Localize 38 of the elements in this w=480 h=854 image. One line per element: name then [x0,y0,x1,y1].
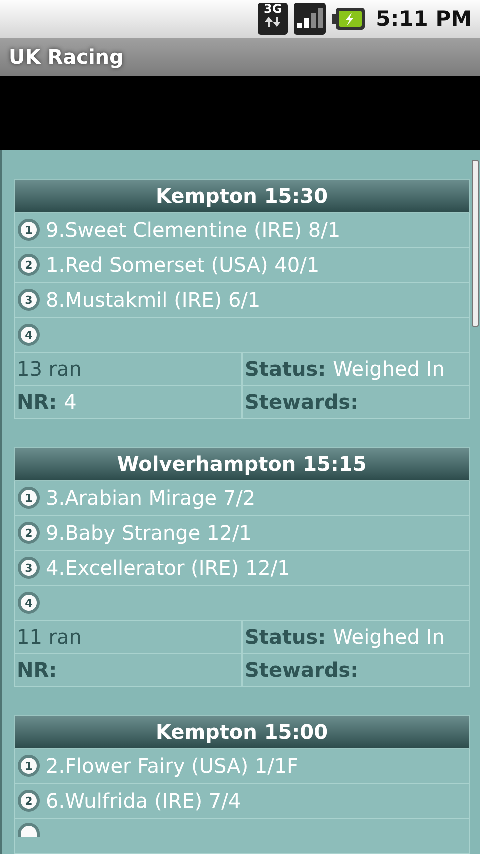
runner-text: 9.Baby Strange 12/1 [46,521,252,545]
non-runners-label: NR: [17,658,58,682]
race-header: Kempton 15:30 [14,179,470,213]
runner-text: 9.Sweet Clementine (IRE) 8/1 [46,218,341,242]
mobile-data-icon: 3G [258,3,288,35]
position-badge: 3 [18,557,40,579]
clock: 5:11 PM [376,7,472,31]
runners-count: 13 ran [17,357,82,381]
race-header: Wolverhampton 15:15 [14,447,470,481]
runner-text: 4.Excellerator (IRE) 12/1 [46,556,290,580]
non-runners-label: NR: [17,390,58,414]
runner-text: 6.Wulfrida (IRE) 7/4 [46,789,242,813]
app-title: UK Racing [9,45,124,69]
race-header: Kempton 15:00 [14,715,470,749]
position-badge [18,823,40,837]
runner-text: 8.Mustakmil (IRE) 6/1 [46,288,261,312]
status-value: Weighed In [333,625,445,649]
runner-text: 3.Arabian Mirage 7/2 [46,486,256,510]
runners-count: 11 ran [17,625,82,649]
stewards-label: Stewards: [245,658,359,682]
position-badge: 1 [18,487,40,509]
non-runners-value: 4 [64,390,77,414]
signal-icon [294,3,326,35]
position-badge: 4 [18,592,40,614]
status-value: Weighed In [333,357,445,381]
position-badge: 1 [18,219,40,241]
position-badge: 3 [18,289,40,311]
position-badge: 4 [18,324,40,346]
status-label: Status: [245,357,326,381]
runner-text: 2.Flower Fairy (USA) 1/1F [46,754,299,778]
position-badge: 2 [18,254,40,276]
position-badge: 2 [18,522,40,544]
charging-battery-icon [332,7,366,31]
position-badge: 2 [18,790,40,812]
runner-text: 1.Red Somerset (USA) 40/1 [46,253,320,277]
status-label: Status: [245,625,326,649]
position-badge: 1 [18,755,40,777]
stewards-label: Stewards: [245,390,359,414]
